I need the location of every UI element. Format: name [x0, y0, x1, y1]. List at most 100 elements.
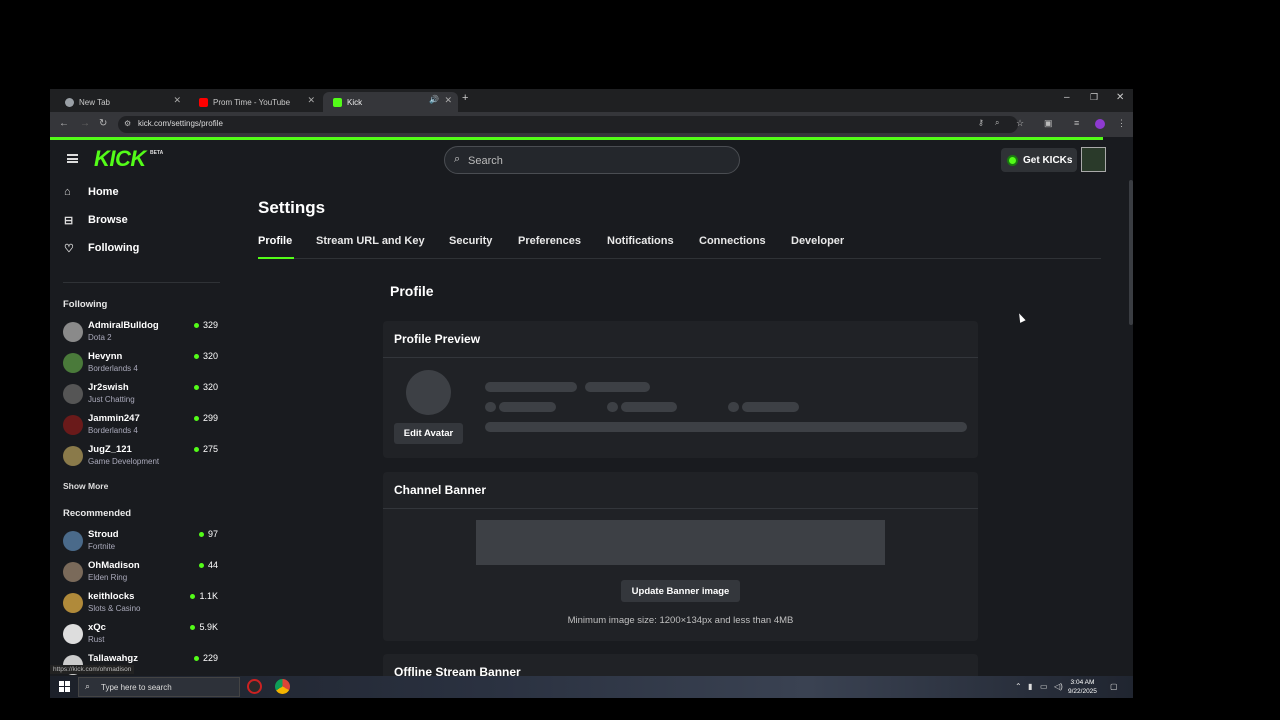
card-title: Profile Preview	[394, 332, 481, 346]
viewer-count-value: 299	[202, 413, 218, 423]
edit-avatar-button[interactable]: Edit Avatar	[394, 423, 463, 444]
hamburger-menu-icon[interactable]	[67, 154, 78, 163]
channel-item[interactable]: Jr2swish Just Chatting 320	[63, 382, 218, 410]
tab-security[interactable]: Security	[449, 235, 492, 247]
close-window-icon[interactable]: ✕	[1116, 92, 1124, 103]
clock[interactable]: 3:04 AM 9/22/2025	[1068, 678, 1097, 696]
windows-start-icon[interactable]	[59, 681, 70, 692]
card-title: Channel Banner	[394, 483, 487, 497]
avatar	[63, 415, 83, 435]
taskbar-search-input[interactable]: ⌕ Type here to search	[78, 677, 240, 697]
viewer-count-value: 44	[207, 560, 218, 570]
search-input[interactable]: ⌕ Search	[444, 146, 740, 174]
app-icon[interactable]	[247, 679, 262, 694]
profile-avatar-icon[interactable]	[1095, 119, 1105, 129]
avatar	[63, 384, 83, 404]
tab-youtube[interactable]: Prom Time - YouTube ✕	[189, 92, 321, 112]
taskbar-search-placeholder: Type here to search	[101, 683, 172, 692]
beta-badge: BETA	[150, 150, 164, 156]
sidebar-item-browse[interactable]: ⊟ Browse	[64, 210, 128, 230]
channel-item[interactable]: xQc Rust 5.9K	[63, 622, 218, 650]
tab-connections[interactable]: Connections	[699, 235, 766, 247]
channel-category: Borderlands 4	[88, 426, 138, 435]
channel-item[interactable]: Hevynn Borderlands 4 320	[63, 351, 218, 379]
following-heading: Following	[63, 299, 108, 310]
banner-size-hint: Minimum image size: 1200×134px and less …	[567, 615, 794, 626]
back-icon[interactable]: ←	[59, 118, 69, 129]
key-icon[interactable]: ⚷	[978, 118, 984, 127]
page-title: Settings	[258, 198, 326, 217]
channel-item[interactable]: keithlocks Slots & Casino 1.1K	[63, 591, 218, 619]
tab-preferences[interactable]: Preferences	[518, 235, 581, 247]
viewer-count: 97	[198, 529, 218, 539]
live-dot-icon	[193, 446, 199, 452]
channel-category: Rust	[88, 635, 105, 644]
channel-item[interactable]: Stroud Fortnite 97	[63, 529, 218, 557]
channel-name: Tallawahgz	[88, 653, 138, 664]
tab-profile[interactable]: Profile	[258, 235, 292, 247]
tab-developer[interactable]: Developer	[791, 235, 844, 247]
close-icon[interactable]: ✕	[307, 95, 315, 106]
tab-kick[interactable]: Kick 🔊 ✕	[323, 92, 458, 112]
chrome-taskbar-icon[interactable]	[275, 679, 290, 694]
tray-chevron-icon[interactable]: ⌃	[1015, 682, 1022, 691]
user-avatar[interactable]	[1081, 147, 1106, 172]
sidebar-item-home[interactable]: ⌂ Home	[64, 182, 119, 202]
omnibox[interactable]: ⚙ kick.com/settings/profile ⚷ ⌕	[118, 116, 1018, 133]
tab-divider	[258, 258, 1101, 259]
channel-item[interactable]: Jammin247 Borderlands 4 299	[63, 413, 218, 441]
speaker-icon[interactable]: 🔊	[429, 95, 439, 104]
network-icon[interactable]: ▭	[1040, 682, 1048, 691]
update-banner-button[interactable]: Update Banner image	[621, 580, 740, 602]
channel-category: Dota 2	[88, 333, 112, 342]
viewer-count: 320	[193, 351, 218, 361]
close-icon[interactable]: ✕	[173, 95, 181, 106]
get-kicks-button[interactable]: Get KICKs	[1001, 148, 1077, 172]
url-text[interactable]: kick.com/settings/profile	[138, 119, 223, 128]
settings-main: Settings Profile Stream URL and Key Secu…	[233, 180, 1130, 684]
forward-icon[interactable]: →	[80, 118, 90, 129]
tray-app-icon[interactable]: ▮	[1028, 682, 1032, 691]
sidebar-item-label: Following	[88, 242, 140, 254]
divider	[383, 357, 978, 358]
media-icon[interactable]: ≡	[1074, 118, 1079, 128]
volume-icon[interactable]: ◁)	[1054, 682, 1063, 691]
sidebar-item-label: Home	[88, 186, 119, 198]
scrollbar[interactable]	[1129, 180, 1133, 325]
live-dot-icon	[190, 624, 196, 630]
tab-stream-url-key[interactable]: Stream URL and Key	[316, 235, 425, 247]
notification-icon[interactable]: ▢	[1110, 682, 1118, 691]
show-more-link[interactable]: Show More	[63, 481, 108, 491]
menu-kebab-icon[interactable]: ⋮	[1117, 118, 1126, 129]
sidepanel-icon[interactable]: ▣	[1044, 118, 1053, 129]
viewer-count-value: 320	[202, 351, 218, 361]
channel-category: Elden Ring	[88, 573, 128, 582]
reload-icon[interactable]: ↻	[99, 118, 107, 129]
channel-item[interactable]: AdmiralBulldog Dota 2 329	[63, 320, 218, 348]
bookmark-star-icon[interactable]: ☆	[1016, 118, 1024, 129]
skeleton-line	[485, 382, 577, 392]
address-bar-row: ← → ↻ ⚙ kick.com/settings/profile ⚷ ⌕ ☆ …	[50, 112, 1133, 137]
zoom-icon[interactable]: ⌕	[995, 118, 999, 128]
site-info-icon[interactable]: ⚙	[124, 119, 131, 128]
viewer-count: 5.9K	[190, 622, 218, 632]
kick-logo[interactable]: KICK	[94, 146, 146, 172]
restore-icon[interactable]: ❐	[1090, 92, 1098, 103]
channel-name: xQc	[88, 622, 106, 633]
minimize-icon[interactable]: –	[1064, 92, 1070, 103]
live-dot-icon	[190, 593, 196, 599]
tab-notifications[interactable]: Notifications	[607, 235, 674, 247]
tab-new-tab[interactable]: New Tab ✕	[55, 92, 187, 112]
avatar	[63, 593, 83, 613]
banner-placeholder	[476, 520, 885, 565]
channel-item[interactable]: OhMadison Elden Ring 44	[63, 560, 218, 588]
skeleton-line	[485, 422, 967, 432]
tab-label: New Tab	[79, 97, 110, 107]
taskbar: ⌕ Type here to search ⌃ ▮ ▭ ◁) 3:04 AM 9…	[50, 676, 1133, 698]
tab-label: Prom Time - YouTube	[213, 97, 291, 107]
sidebar-item-following[interactable]: ♡ Following	[64, 238, 139, 258]
new-tab-button[interactable]: +	[462, 92, 468, 104]
channel-item[interactable]: JugZ_121 Game Development 275	[63, 444, 218, 472]
avatar	[63, 531, 83, 551]
close-icon[interactable]: ✕	[444, 95, 452, 106]
